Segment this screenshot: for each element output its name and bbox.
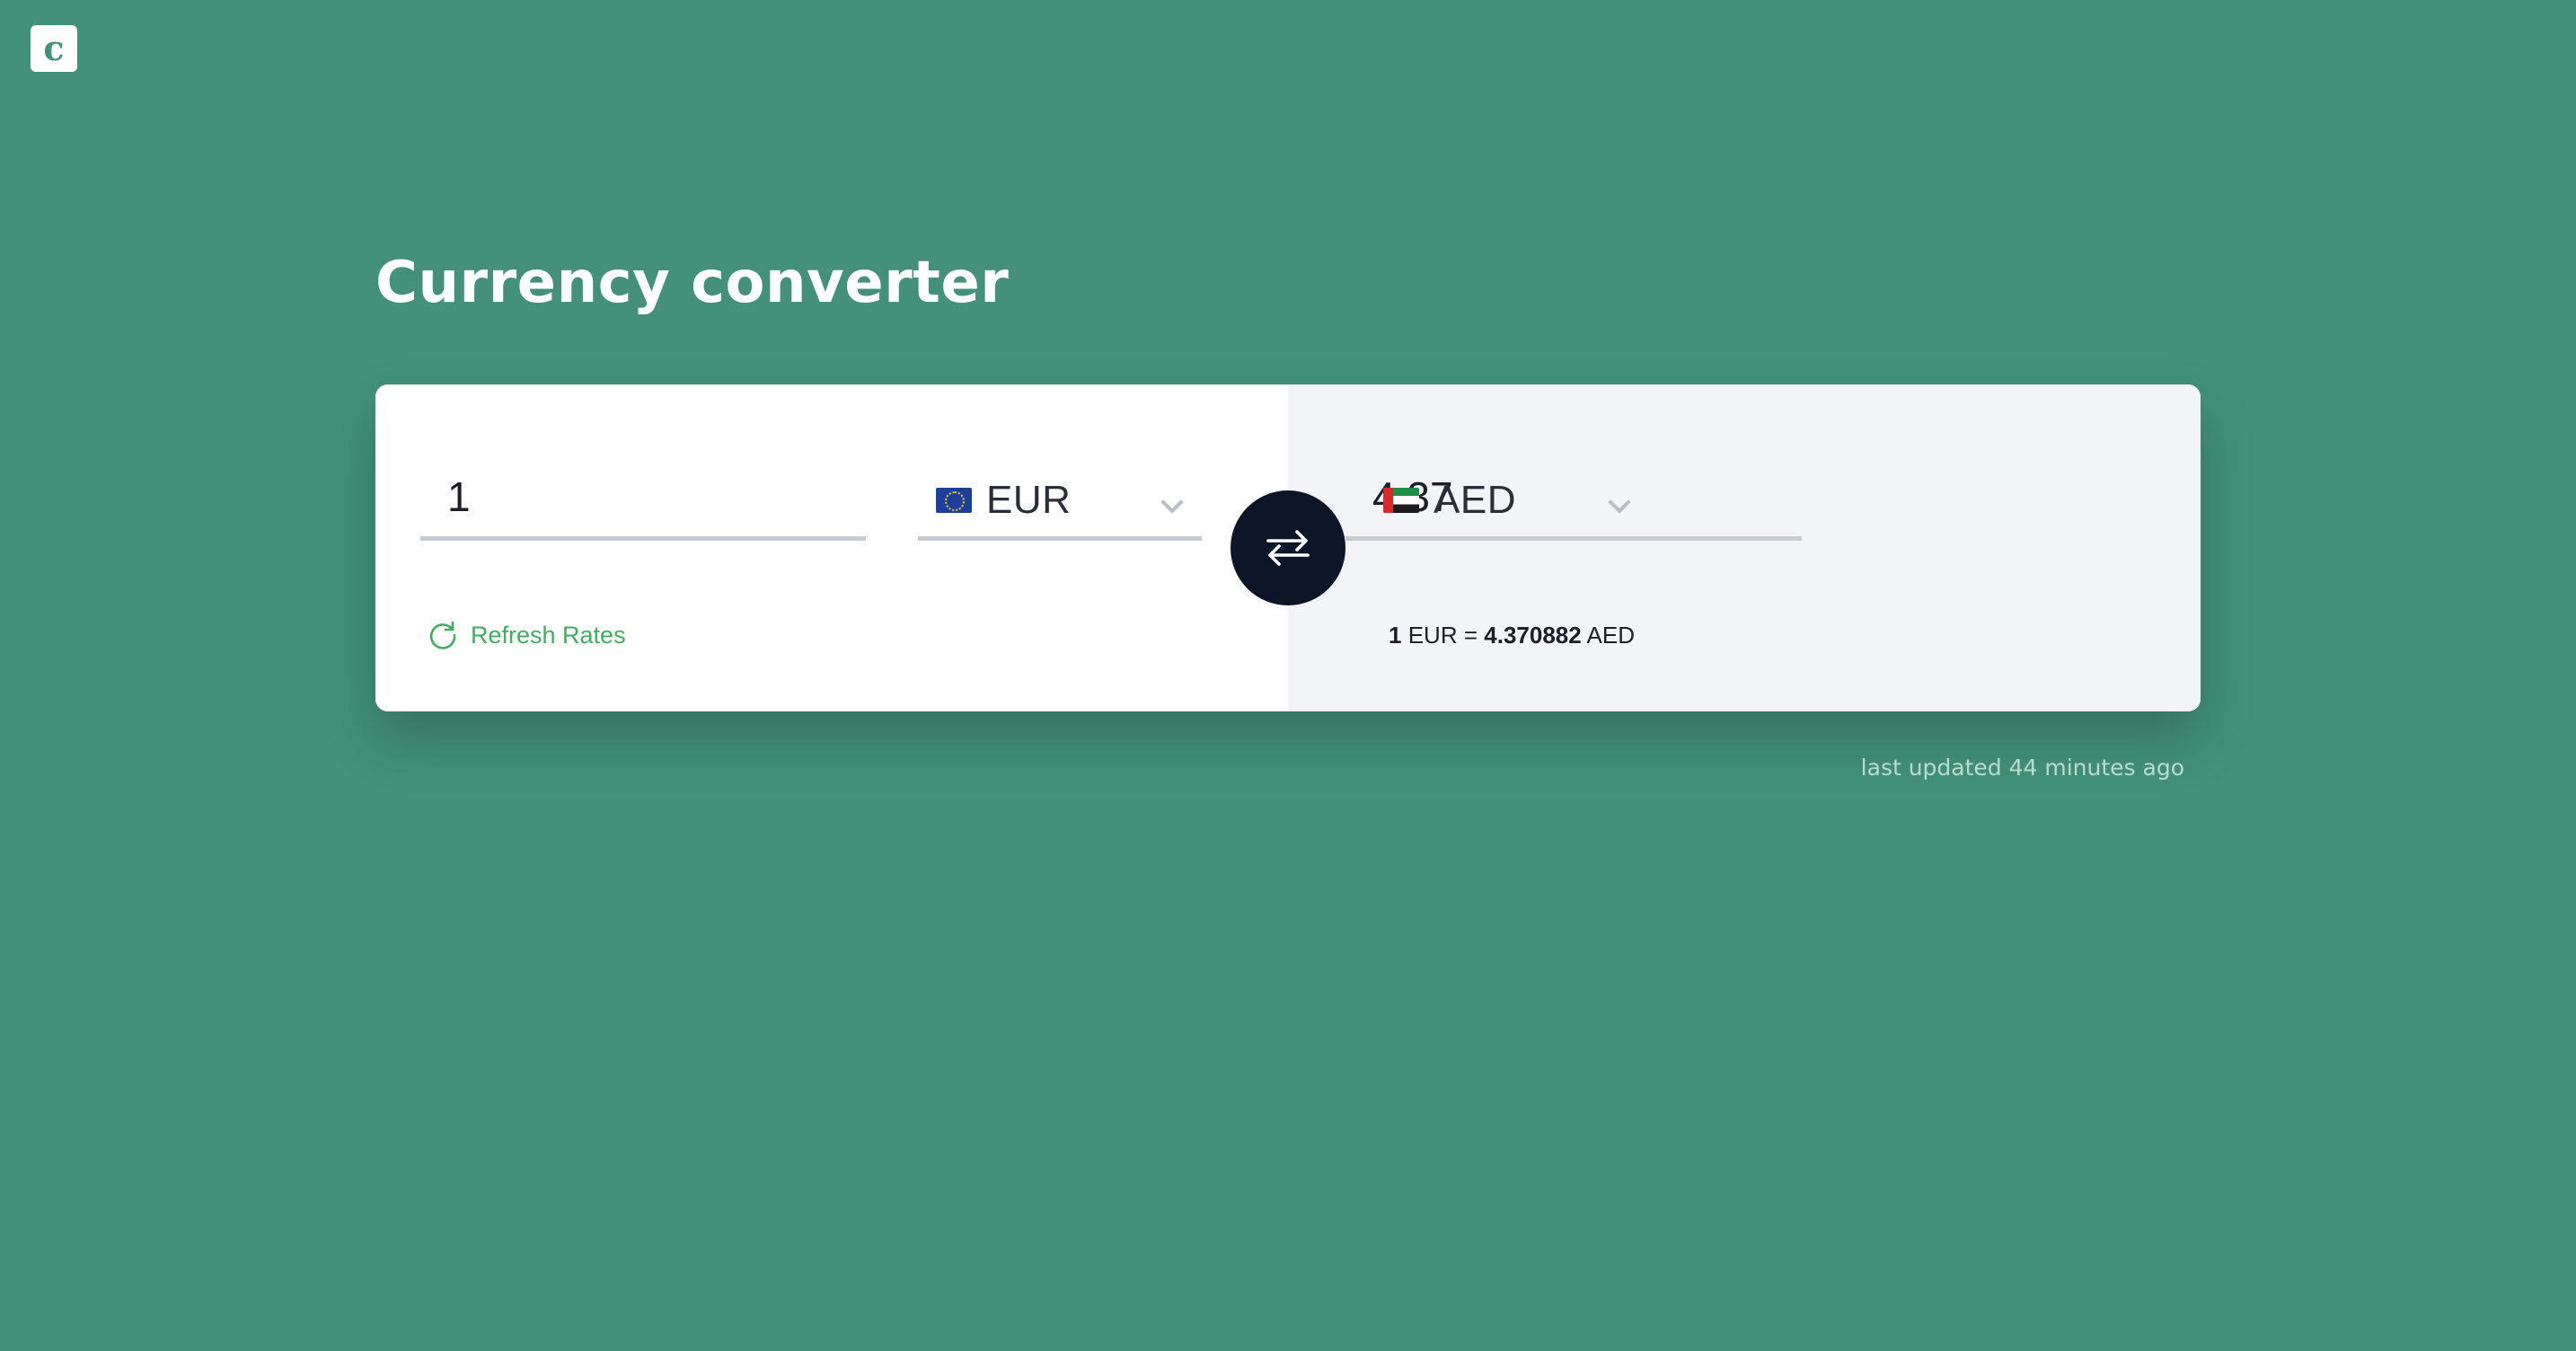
from-amount-field[interactable] (420, 464, 866, 541)
refresh-rates-label: Refresh Rates (471, 621, 626, 649)
from-currency-select[interactable]: EUR (918, 464, 1202, 541)
uae-flag-icon (1383, 487, 1419, 513)
refresh-rates-button[interactable]: Refresh Rates (428, 620, 626, 650)
rate-to-amount: 4.370882 (1484, 622, 1582, 649)
swap-arrows-icon (1266, 530, 1310, 566)
to-currency-code: AED (1434, 477, 1516, 522)
rate-equals: = (1463, 622, 1478, 649)
swap-currencies-button[interactable] (1231, 490, 1345, 605)
chevron-down-icon (1608, 490, 1631, 514)
last-updated-text: last updated 44 minutes ago (1860, 755, 2184, 781)
eu-flag-icon (936, 487, 972, 513)
to-currency-select[interactable]: AED (1365, 464, 1649, 541)
rate-from-amount: 1 (1389, 622, 1402, 649)
from-panel: EUR Refresh Rates (375, 384, 1288, 711)
converter-card: EUR Refresh Rates AED 1 EUR = (375, 384, 2201, 711)
chevron-down-icon (1160, 490, 1184, 514)
from-currency-code: EUR (986, 477, 1072, 522)
rate-to-code: AED (1586, 622, 1635, 649)
from-amount-input[interactable] (447, 472, 866, 521)
exchange-rate-text: 1 EUR = 4.370882 AED (1389, 622, 1635, 649)
refresh-icon (429, 621, 456, 649)
page-title: Currency converter (375, 250, 1010, 316)
rate-from-code: EUR (1407, 622, 1458, 649)
to-panel: AED (1288, 384, 2201, 711)
app-logo[interactable]: c (31, 25, 77, 72)
